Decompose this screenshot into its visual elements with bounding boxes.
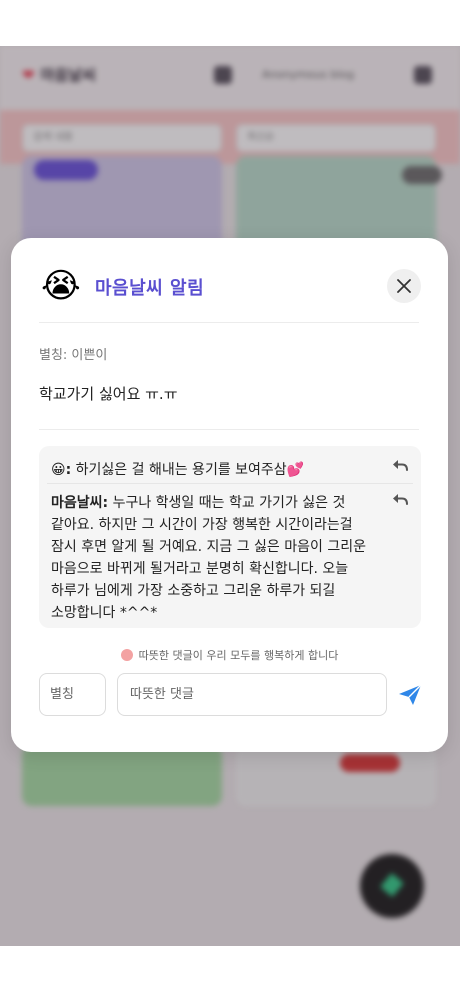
comment-input[interactable] xyxy=(117,673,387,716)
modal-title: 마음날씨 알림 xyxy=(95,278,205,299)
comments-list: 😀: 하기싫은 걸 해내는 용기를 보여주삼💕 마음날씨: 누구나 학생일 때는… xyxy=(39,446,421,628)
footer-note-text: 따뜻한 댓글이 우리 모두를 행복하게 합니다 xyxy=(138,649,339,662)
reply-icon xyxy=(393,494,408,505)
comment-item: 마음날씨: 누구나 학생일 때는 학교 가기가 싫은 것 같아요. 하지만 그 … xyxy=(51,492,371,624)
reply-button[interactable] xyxy=(391,492,409,506)
smile-icon xyxy=(120,649,133,661)
comment-item: 😀: 하기싫은 걸 해내는 용기를 보여주삼💕 xyxy=(51,460,381,481)
crying-face-icon: 😭 xyxy=(41,266,81,306)
comment-text: 하기싫은 걸 해내는 용기를 보여주삼💕 xyxy=(75,462,305,478)
post-nickname: 별칭: 이쁜이 xyxy=(39,348,108,363)
footer-note: 따뜻한 댓글이 우리 모두를 행복하게 합니다 xyxy=(11,647,448,663)
reply-icon xyxy=(393,460,408,471)
comment-author: 마음날씨: xyxy=(51,495,109,511)
divider xyxy=(39,429,419,430)
comment-divider xyxy=(47,483,413,484)
close-button[interactable] xyxy=(387,269,421,303)
divider xyxy=(39,322,419,323)
notification-modal: 😭 마음날씨 알림 별칭: 이쁜이 학교가기 싫어요 ㅠ.ㅠ 😀: 하기싫은 걸… xyxy=(11,238,448,752)
post-text: 학교가기 싫어요 ㅠ.ㅠ xyxy=(39,385,178,403)
close-icon xyxy=(397,279,411,293)
send-icon xyxy=(399,684,422,705)
comment-text: 누구나 학생일 때는 학교 가기가 싫은 것 같아요. 하지만 그 시간이 가장… xyxy=(51,495,366,621)
send-button[interactable] xyxy=(398,684,422,706)
reply-button[interactable] xyxy=(391,458,409,472)
comment-author-separator: : xyxy=(65,462,72,478)
nickname-input[interactable] xyxy=(39,673,106,716)
commenter-emoji-icon: 😀 xyxy=(51,462,66,478)
